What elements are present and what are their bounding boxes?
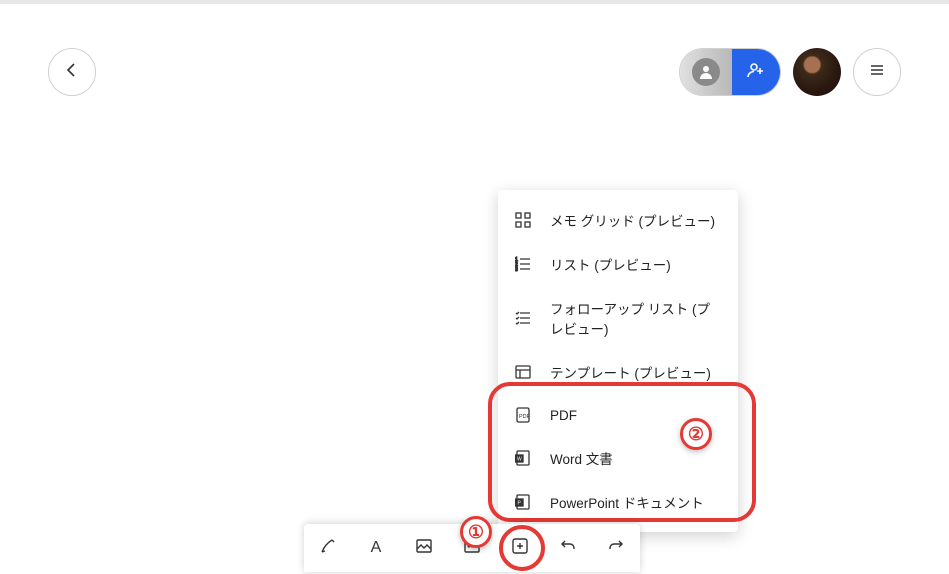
add-person-button[interactable] bbox=[732, 49, 780, 95]
svg-text:3: 3 bbox=[515, 267, 518, 272]
add-insert-button[interactable] bbox=[496, 524, 544, 572]
image-icon bbox=[415, 537, 433, 560]
person-add-icon bbox=[746, 60, 766, 85]
popup-item-template[interactable]: テンプレート (プレビュー) bbox=[498, 350, 738, 394]
popup-item-label: PowerPoint ドキュメント bbox=[550, 492, 704, 512]
popup-item-word[interactable]: W Word 文書 bbox=[498, 436, 738, 480]
popup-item-list[interactable]: 123 リスト (プレビュー) bbox=[498, 242, 738, 286]
popup-item-followup[interactable]: フォローアップ リスト (プレビュー) bbox=[498, 286, 738, 350]
share-current-user bbox=[680, 49, 732, 95]
hamburger-menu-button[interactable] bbox=[853, 48, 901, 96]
pen-tool-button[interactable] bbox=[304, 524, 352, 572]
redo-icon bbox=[607, 537, 625, 560]
popup-item-memo-grid[interactable]: メモ グリッド (プレビュー) bbox=[498, 198, 738, 242]
text-tool-button[interactable]: A bbox=[352, 524, 400, 572]
insert-popup-menu: メモ グリッド (プレビュー) 123 リスト (プレビュー) フォローアップ … bbox=[498, 190, 738, 532]
followup-list-icon bbox=[514, 309, 532, 327]
popup-item-label: テンプレート (プレビュー) bbox=[550, 362, 711, 382]
text-icon: A bbox=[371, 539, 382, 557]
svg-text:W: W bbox=[517, 457, 522, 463]
word-icon: W bbox=[514, 449, 532, 467]
back-arrow-icon bbox=[63, 61, 81, 84]
list-icon: 123 bbox=[514, 255, 532, 273]
user-avatar[interactable] bbox=[793, 48, 841, 96]
hamburger-icon bbox=[868, 61, 886, 84]
pdf-icon: PDF bbox=[514, 406, 532, 424]
undo-icon bbox=[559, 537, 577, 560]
popup-item-label: Word 文書 bbox=[550, 448, 613, 468]
plus-box-icon bbox=[511, 537, 529, 560]
bottom-toolbar: A bbox=[304, 524, 640, 572]
popup-item-label: メモ グリッド (プレビュー) bbox=[550, 210, 715, 230]
svg-text:PDF: PDF bbox=[519, 414, 531, 420]
popup-item-powerpoint[interactable]: P PowerPoint ドキュメント bbox=[498, 480, 738, 524]
share-toggle[interactable] bbox=[679, 48, 781, 96]
image-tool-button[interactable] bbox=[400, 524, 448, 572]
window-top-edge bbox=[0, 0, 949, 4]
powerpoint-icon: P bbox=[514, 493, 532, 511]
popup-item-label: PDF bbox=[550, 408, 577, 423]
pen-icon bbox=[319, 537, 337, 560]
template-icon bbox=[514, 363, 532, 381]
back-button[interactable] bbox=[48, 48, 96, 96]
more-tool-button[interactable] bbox=[448, 524, 496, 572]
topbar-right bbox=[679, 48, 901, 96]
popup-item-pdf[interactable]: PDF PDF bbox=[498, 394, 738, 436]
popup-item-label: フォローアップ リスト (プレビュー) bbox=[550, 298, 722, 338]
popup-item-label: リスト (プレビュー) bbox=[550, 254, 671, 274]
grid-icon bbox=[514, 211, 532, 229]
redo-button[interactable] bbox=[592, 524, 640, 572]
undo-button[interactable] bbox=[544, 524, 592, 572]
more-icon bbox=[463, 537, 481, 560]
